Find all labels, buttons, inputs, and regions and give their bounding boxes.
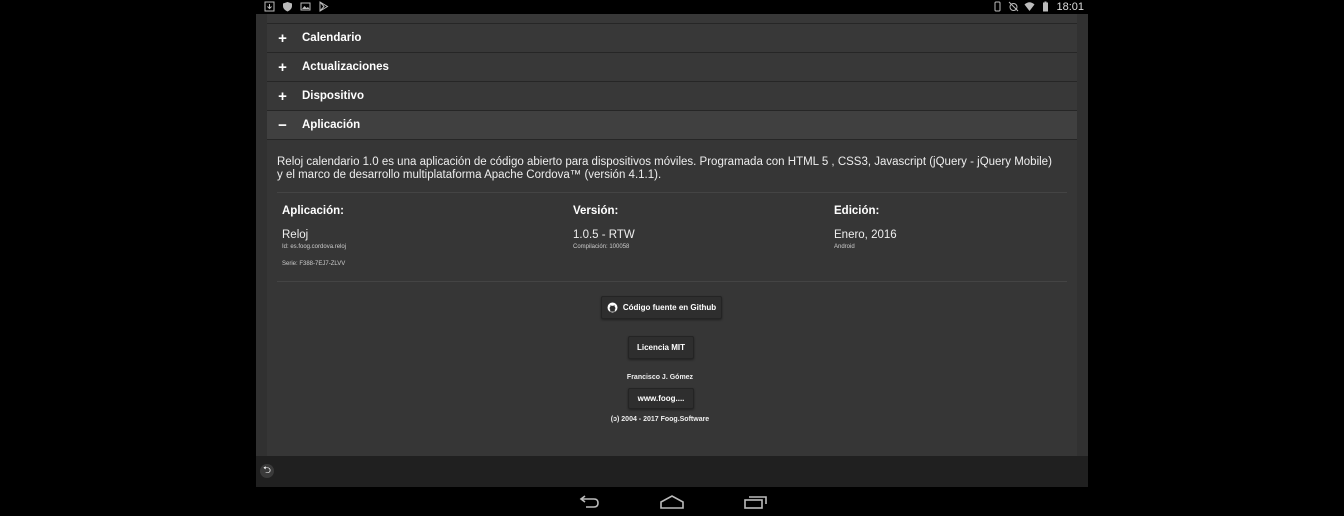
- plus-icon: +: [278, 87, 287, 105]
- edition-platform: Android: [834, 244, 855, 250]
- plus-icon: +: [278, 29, 287, 47]
- app-window: + Calendario + Actualizaciones + Disposi…: [256, 14, 1088, 487]
- accordion-item-label: Dispositivo: [302, 90, 364, 102]
- battery-icon: [1040, 1, 1051, 12]
- accordion-item-dispositivo[interactable]: + Dispositivo: [267, 82, 1077, 111]
- app-info-grid: Aplicación: Reloj Id: es.foog.cordova.re…: [277, 193, 1067, 281]
- license-button[interactable]: Licencia MIT: [628, 336, 694, 359]
- image-icon: [300, 1, 311, 12]
- aplicacion-panel: Reloj calendario 1.0 es una aplicación d…: [267, 140, 1077, 458]
- copyright: (ɔ) 2004 - 2017 Foog.Software: [610, 416, 710, 423]
- android-navigation-bar: [0, 487, 1344, 516]
- app-serial: Serie: F388-7EJ7-ZLVV: [282, 261, 346, 267]
- website-button[interactable]: www.foog....: [628, 388, 694, 409]
- app-info-column: Aplicación: Reloj Id: es.foog.cordova.re…: [282, 205, 346, 278]
- edition-info-column: Edición: Enero, 2016 Android: [834, 205, 897, 261]
- accordion-item-label: Calendario: [302, 32, 362, 44]
- system-status-icons: 18:01: [992, 0, 1084, 13]
- github-source-button[interactable]: Código fuente en Github: [601, 296, 722, 319]
- recent-apps-icon[interactable]: [744, 495, 768, 514]
- accordion-item-previous[interactable]: [267, 14, 1077, 24]
- accordion-item-calendario[interactable]: + Calendario: [267, 24, 1077, 53]
- app-footer: ⮌: [256, 456, 1088, 487]
- status-bar: [256, 0, 1088, 14]
- accordion-item-label: Actualizaciones: [302, 61, 389, 73]
- home-icon[interactable]: [660, 495, 684, 514]
- notification-icons: [264, 1, 329, 12]
- settings-accordion: + Calendario + Actualizaciones + Disposi…: [267, 14, 1077, 458]
- version-value: 1.0.5 - RTW: [573, 229, 635, 241]
- license-button-label: Licencia MIT: [636, 343, 685, 352]
- accordion-item-actualizaciones[interactable]: + Actualizaciones: [267, 53, 1077, 82]
- no-alarm-icon: [1008, 1, 1019, 12]
- play-store-icon: [318, 1, 329, 12]
- minus-icon: −: [278, 116, 287, 134]
- plus-icon: +: [278, 58, 287, 76]
- vibrate-icon: [992, 1, 1003, 12]
- edition-value: Enero, 2016: [834, 229, 897, 241]
- app-heading: Aplicación:: [282, 205, 344, 217]
- author-name: Francisco J. Gómez: [626, 374, 694, 381]
- divider: [277, 281, 1067, 282]
- back-icon[interactable]: [578, 495, 600, 514]
- version-info-column: Versión: 1.0.5 - RTW Compilación: 100058: [573, 205, 635, 261]
- website-button-label: www.foog....: [637, 394, 685, 403]
- accordion-item-label: Aplicación: [302, 119, 361, 131]
- version-build: Compilación: 100058: [573, 244, 630, 250]
- edition-heading: Edición:: [834, 205, 880, 217]
- clock: 18:01: [1056, 0, 1084, 13]
- wifi-icon: [1024, 1, 1035, 12]
- accordion-item-aplicacion[interactable]: − Aplicación: [267, 111, 1077, 140]
- shield-icon: [282, 1, 293, 12]
- app-id: Id: es.foog.cordova.reloj: [282, 244, 347, 250]
- undo-icon[interactable]: ⮌: [260, 464, 274, 478]
- download-icon: [264, 1, 275, 12]
- github-icon: [607, 302, 618, 313]
- github-button-label: Código fuente en Github: [622, 303, 717, 312]
- version-heading: Versión:: [573, 205, 619, 217]
- app-description: Reloj calendario 1.0 es una aplicación d…: [277, 156, 1052, 181]
- app-name: Reloj: [282, 229, 309, 241]
